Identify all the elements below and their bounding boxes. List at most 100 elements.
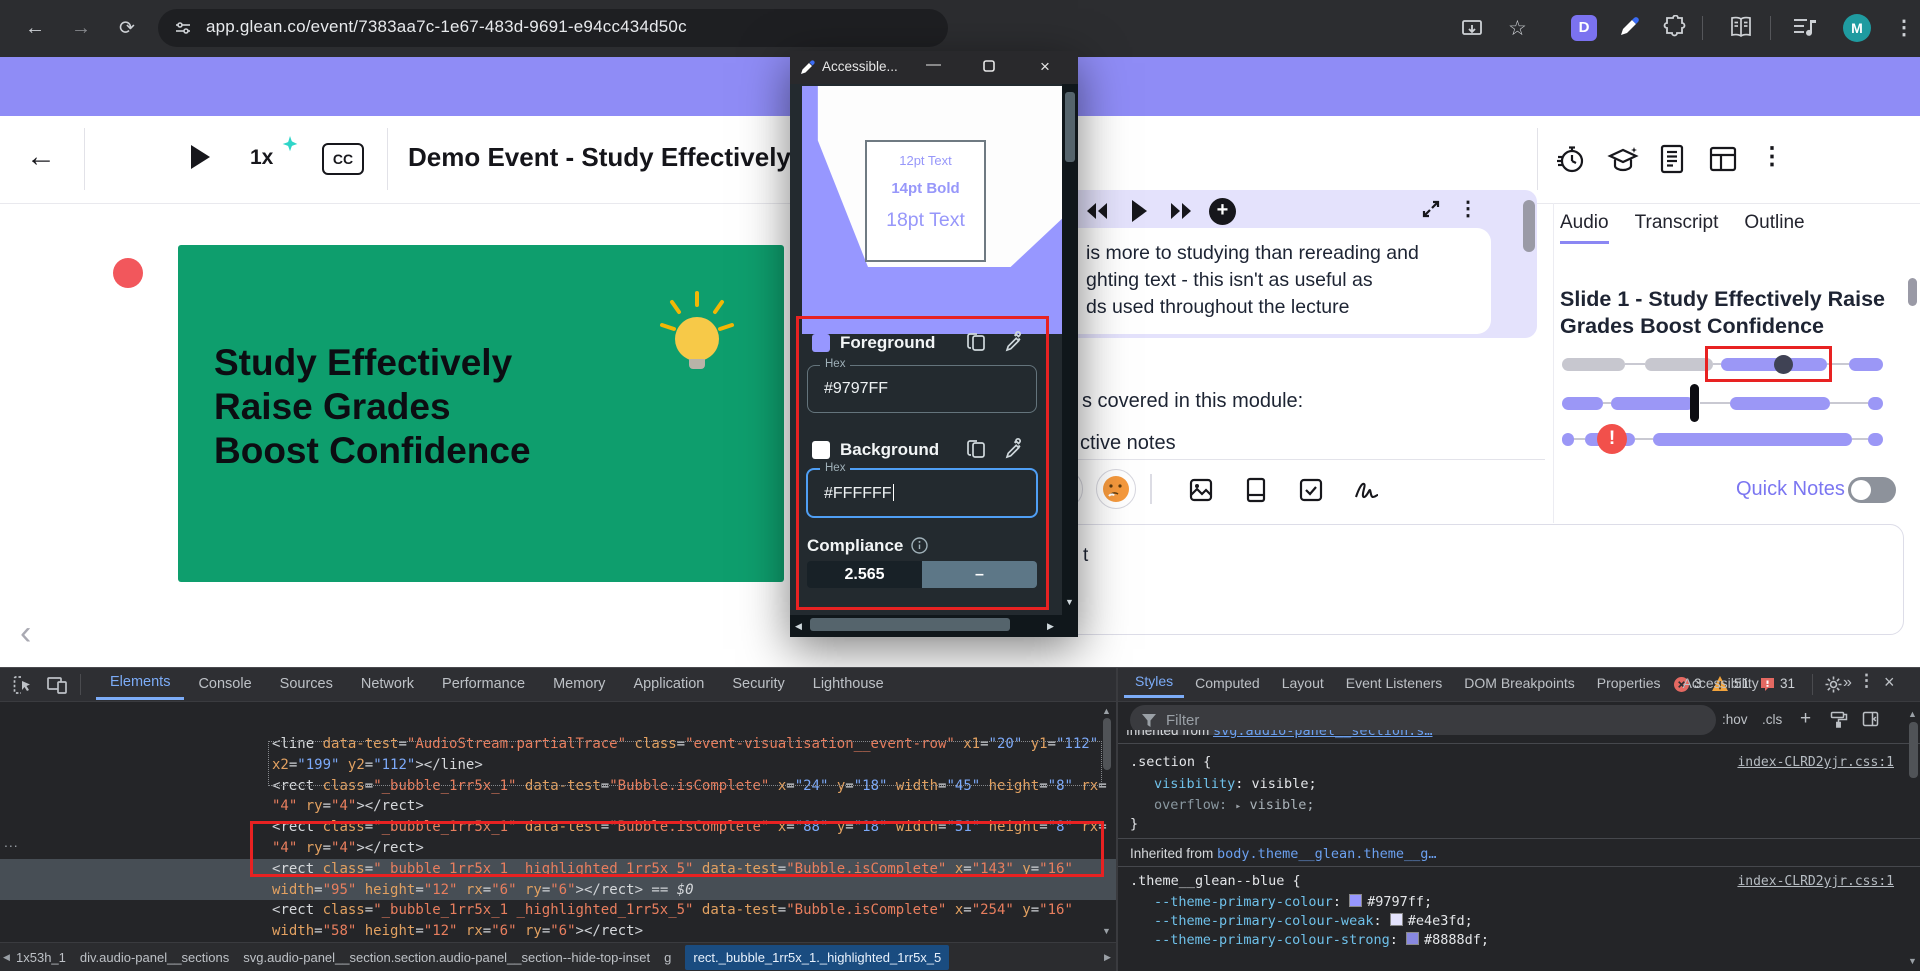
devtools-tab[interactable]: Lighthouse: [799, 668, 898, 700]
reading-list-icon[interactable]: [1728, 15, 1754, 39]
audio-bubble[interactable]: [1730, 397, 1830, 410]
devtools-tab[interactable]: Network: [347, 668, 428, 700]
color-swatch[interactable]: [1390, 913, 1403, 926]
sidebar-layout-icon[interactable]: [1862, 711, 1879, 727]
css-property-overridden[interactable]: overflow: ▸ visible;: [1154, 797, 1315, 813]
sidebar-tab[interactable]: Transcript: [1635, 212, 1719, 244]
scroll-right-icon[interactable]: ▶: [1047, 621, 1054, 632]
audio-bubble[interactable]: [1562, 358, 1625, 371]
install-app-icon[interactable]: [1461, 18, 1483, 40]
browser-forward-icon[interactable]: →: [66, 0, 96, 57]
styles-tab[interactable]: DOM Breakpoints: [1453, 668, 1585, 698]
styles-tab[interactable]: Event Listeners: [1335, 668, 1454, 698]
playback-speed-button[interactable]: 1x: [250, 146, 273, 170]
dialog-minimize-icon[interactable]: —: [926, 56, 941, 73]
sidebar-tab[interactable]: Audio: [1560, 212, 1609, 244]
audio-bubble[interactable]: [1562, 397, 1603, 410]
crumb-scroll-left-icon[interactable]: ◀: [3, 952, 10, 963]
tree-scroll-down-icon[interactable]: ▼: [1102, 926, 1111, 936]
layout-panels-icon[interactable]: [1708, 144, 1738, 174]
bookmark-page-icon[interactable]: [1244, 477, 1268, 503]
play-button[interactable]: [188, 143, 212, 171]
transcript-more-icon[interactable]: ⋮: [1458, 196, 1478, 221]
event-back-icon[interactable]: ←: [26, 140, 56, 174]
history-timer-icon[interactable]: [1556, 144, 1586, 174]
add-marker-button[interactable]: +: [1209, 198, 1236, 225]
task-checkbox-icon[interactable]: [1298, 477, 1324, 503]
extensions-puzzle-icon[interactable]: [1663, 15, 1687, 39]
browser-menu-icon[interactable]: ⋮: [1894, 0, 1914, 57]
tree-scroll-up-icon[interactable]: ▲: [1102, 706, 1111, 716]
event-more-menu-icon[interactable]: ⋮: [1760, 142, 1784, 171]
rendering-brush-icon[interactable]: [1830, 711, 1848, 728]
breadcrumb-item[interactable]: svg.audio-panel__section.section.audio-p…: [243, 950, 650, 965]
devtools-tab[interactable]: Application: [619, 668, 718, 700]
styles-tab[interactable]: Computed: [1184, 668, 1271, 698]
dialog-hscrollbar-thumb[interactable]: [810, 618, 1010, 631]
dom-tree-node[interactable]: "4" ry="4"></rect>: [0, 796, 1116, 817]
cls-toggle[interactable]: .cls: [1762, 712, 1782, 727]
notes-doc-icon[interactable]: [1658, 143, 1686, 175]
slide-canvas[interactable]: Study Effectively Raise Grades Boost Con…: [178, 245, 784, 582]
scroll-down-icon[interactable]: ▼: [1065, 597, 1074, 607]
colorpicker-extension-icon[interactable]: [1617, 15, 1641, 39]
breadcrumb-item[interactable]: rect._bubble_1rr5x_1._highlighted_1rr5x_…: [685, 945, 949, 970]
tree-scrollbar-thumb[interactable]: [1103, 718, 1111, 770]
css-property[interactable]: visibility: visible;: [1154, 776, 1317, 792]
play-small-icon[interactable]: [1130, 199, 1148, 223]
audio-bubble[interactable]: [1611, 397, 1694, 410]
device-toolbar-icon[interactable]: [46, 674, 68, 696]
sidebar-scrollbar-thumb[interactable]: [1908, 278, 1917, 306]
styles-tab[interactable]: Properties: [1586, 668, 1672, 698]
fast-forward-icon[interactable]: [1170, 202, 1192, 220]
dialog-vscrollbar[interactable]: [1062, 84, 1078, 615]
audio-bubble[interactable]: [1653, 433, 1852, 446]
audio-bubble[interactable]: [1868, 397, 1883, 410]
alert-marker[interactable]: !: [1597, 424, 1627, 454]
inspect-element-icon[interactable]: [12, 674, 34, 696]
devtools-tab[interactable]: Security: [718, 668, 798, 700]
notes-input-card[interactable]: t: [989, 524, 1904, 635]
signature-icon[interactable]: [1350, 477, 1380, 503]
breadcrumb-item[interactable]: g: [664, 950, 671, 965]
browser-reload-icon[interactable]: ⟳: [112, 0, 142, 57]
audio-bubble[interactable]: [1645, 358, 1713, 371]
panel-scrollbar-thumb[interactable]: [1523, 200, 1535, 252]
css-file-link[interactable]: index-CLRD2yjr.css:1: [1737, 755, 1894, 770]
styles-tab[interactable]: Styles: [1124, 668, 1184, 698]
dialog-maximize-icon[interactable]: [983, 60, 995, 72]
styles-scroll-down-icon[interactable]: ▼: [1908, 956, 1917, 966]
more-tabs-icon[interactable]: »: [1832, 668, 1863, 698]
quick-notes-toggle[interactable]: [1848, 477, 1896, 503]
insert-image-icon[interactable]: [1188, 477, 1214, 503]
styles-tab[interactable]: Accessibility: [1672, 668, 1770, 698]
devtools-tab[interactable]: Memory: [539, 668, 619, 700]
dialog-close-icon[interactable]: ×: [1040, 57, 1050, 77]
crumb-scroll-right-icon[interactable]: ▶: [1104, 952, 1111, 963]
css-selector[interactable]: .theme__glean--blue {: [1130, 873, 1301, 889]
devtools-tab[interactable]: Sources: [266, 668, 347, 700]
study-tools-icon[interactable]: [1606, 144, 1640, 174]
inherited-node-link[interactable]: svg.audio-panel__section.s…: [1213, 730, 1432, 739]
inherited-node-link[interactable]: body.theme__glean.theme__g…: [1217, 846, 1436, 862]
record-button[interactable]: [113, 258, 143, 288]
devtools-tab[interactable]: Performance: [428, 668, 539, 700]
url-text[interactable]: app.glean.co/event/7383aa7c-1e67-483d-96…: [206, 17, 687, 37]
dom-tree-node[interactable]: <rect class="_bubble_1rr5x_1 _highlighte…: [0, 900, 1116, 921]
color-swatch[interactable]: [1349, 894, 1362, 907]
audio-bubble[interactable]: [1562, 433, 1574, 446]
expand-icon[interactable]: [1420, 198, 1442, 220]
audio-bubble[interactable]: [1849, 358, 1883, 371]
playhead-bar[interactable]: [1690, 384, 1699, 422]
audio-bubble[interactable]: [1868, 433, 1883, 446]
thinking-emoji-button[interactable]: [1096, 469, 1136, 509]
breadcrumb-item[interactable]: 1x53h_1: [16, 950, 66, 965]
new-rule-button[interactable]: +: [1800, 708, 1811, 730]
site-settings-icon[interactable]: [174, 19, 192, 37]
scroll-left-icon[interactable]: ◀: [795, 621, 802, 632]
css-file-link[interactable]: index-CLRD2yjr.css:1: [1737, 874, 1894, 889]
rewind-icon[interactable]: [1086, 202, 1108, 220]
devtools-tab[interactable]: Console: [184, 668, 265, 700]
css-custom-property[interactable]: --theme-primary-colour-strong: #8888df;: [1154, 932, 1489, 948]
breadcrumb-item[interactable]: div.audio-panel__sections: [80, 950, 229, 965]
